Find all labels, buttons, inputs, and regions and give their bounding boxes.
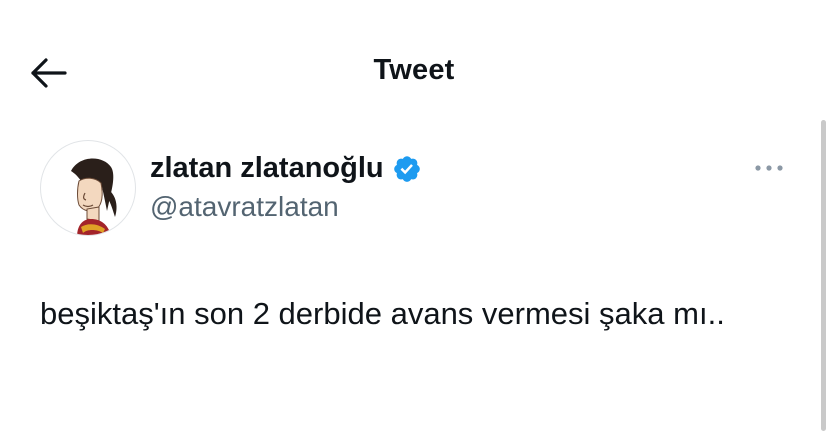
author-handle[interactable]: @atavratzlatan xyxy=(150,191,339,223)
top-bar: Tweet xyxy=(0,0,828,140)
scrollbar[interactable] xyxy=(821,120,826,431)
profile-illustration-icon xyxy=(71,158,117,235)
arrow-left-icon xyxy=(31,58,67,88)
more-options-button[interactable] xyxy=(752,156,786,180)
verified-badge-icon[interactable] xyxy=(392,154,422,184)
page-title-wrap: Tweet xyxy=(0,54,828,87)
tweet-text: beşiktaş'ın son 2 derbide avans vermesi … xyxy=(40,296,725,331)
author-name-row: zlatan zlatanoğlu xyxy=(150,152,422,185)
back-button[interactable] xyxy=(28,54,70,92)
avatar[interactable] xyxy=(40,140,136,236)
page-title: Tweet xyxy=(373,54,455,86)
more-options-icon xyxy=(755,165,783,171)
author-display-name[interactable]: zlatan zlatanoğlu xyxy=(150,152,384,185)
